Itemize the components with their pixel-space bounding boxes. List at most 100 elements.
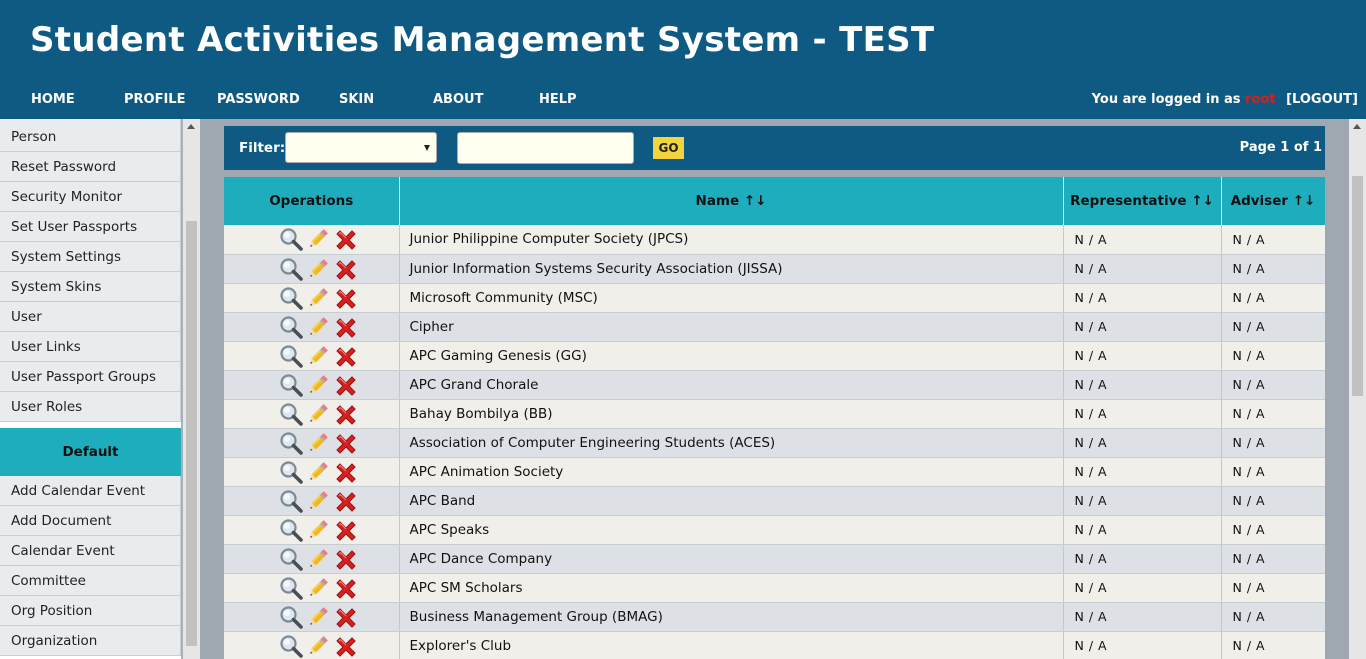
- adviser-cell: N / A: [1221, 486, 1325, 516]
- scroll-up-arrow-icon[interactable]: [187, 124, 195, 129]
- sidebar-panel: Person Reset Password Security Monitor S…: [0, 119, 200, 659]
- delete-x-icon[interactable]: [333, 344, 360, 368]
- pencil-icon[interactable]: [306, 227, 333, 251]
- sidebar-item-add-calendar-event[interactable]: Add Calendar Event: [0, 476, 181, 506]
- delete-x-icon[interactable]: [333, 315, 360, 339]
- delete-x-icon[interactable]: [333, 605, 360, 629]
- magnifier-icon[interactable]: [279, 227, 306, 252]
- representative-cell: N / A: [1063, 341, 1222, 371]
- pencil-icon[interactable]: [306, 344, 333, 368]
- delete-x-icon[interactable]: [333, 489, 360, 513]
- column-header-adviser[interactable]: Adviser ↑↓: [1221, 177, 1325, 225]
- table-row: Microsoft Community (MSC) N / AN / A: [224, 283, 1325, 313]
- main-scrollbar-thumb[interactable]: [1352, 176, 1363, 396]
- magnifier-icon[interactable]: [279, 286, 306, 310]
- delete-x-icon[interactable]: [333, 576, 360, 600]
- nav-password[interactable]: PASSWORD: [217, 92, 300, 107]
- magnifier-icon[interactable]: [279, 576, 306, 600]
- filter-text-input[interactable]: [457, 132, 634, 164]
- sidebar-item-calendar-event[interactable]: Calendar Event: [0, 536, 181, 566]
- column-header-representative[interactable]: Representative ↑↓: [1063, 177, 1222, 225]
- delete-x-icon[interactable]: [333, 402, 360, 426]
- magnifier-icon[interactable]: [279, 489, 306, 513]
- magnifier-icon[interactable]: [279, 518, 306, 542]
- organization-name-cell: Explorer's Club: [399, 631, 1064, 659]
- magnifier-icon[interactable]: [279, 344, 306, 368]
- pencil-icon[interactable]: [306, 373, 333, 397]
- pencil-icon[interactable]: [306, 402, 333, 426]
- pencil-icon[interactable]: [306, 576, 333, 600]
- delete-x-icon[interactable]: [333, 431, 360, 455]
- magnifier-icon[interactable]: [279, 402, 306, 426]
- magnifier-icon[interactable]: [279, 373, 306, 397]
- magnifier-icon[interactable]: [279, 605, 306, 629]
- table-row: APC Gaming Genesis (GG) N / AN / A: [224, 341, 1325, 371]
- pencil-icon[interactable]: [306, 460, 333, 484]
- organizations-table: Operations Name ↑↓ Representative ↑↓ Adv…: [224, 177, 1325, 659]
- sidebar-item-user-links[interactable]: User Links: [0, 332, 181, 362]
- logout-link[interactable]: [LOGOUT]: [1286, 92, 1358, 107]
- pencil-icon[interactable]: [306, 286, 333, 310]
- adviser-cell: N / A: [1221, 399, 1325, 429]
- sidebar-item-system-settings[interactable]: System Settings: [0, 242, 181, 272]
- magnifier-icon[interactable]: [279, 460, 306, 484]
- pencil-icon[interactable]: [306, 634, 333, 658]
- magnifier-icon[interactable]: [279, 431, 306, 455]
- nav-profile[interactable]: PROFILE: [124, 92, 185, 107]
- sidebar-item-reset-password[interactable]: Reset Password: [0, 152, 181, 182]
- sidebar-item-set-user-passports[interactable]: Set User Passports: [0, 212, 181, 242]
- delete-x-icon[interactable]: [333, 460, 360, 484]
- sidebar-item-org-position[interactable]: Org Position: [0, 596, 181, 626]
- sidebar-item-user[interactable]: User: [0, 302, 181, 332]
- adviser-cell: N / A: [1221, 631, 1325, 659]
- pencil-icon[interactable]: [306, 431, 333, 455]
- scroll-up-arrow-icon[interactable]: [1353, 124, 1361, 129]
- adviser-cell: N / A: [1221, 602, 1325, 632]
- nav-help[interactable]: HELP: [539, 92, 577, 107]
- sidebar-menu: Person Reset Password Security Monitor S…: [0, 119, 181, 659]
- filter-field-select[interactable]: [285, 132, 437, 163]
- sidebar-section-default: Default: [0, 428, 181, 476]
- delete-x-icon[interactable]: [333, 227, 360, 251]
- magnifier-icon[interactable]: [279, 547, 306, 571]
- pencil-icon[interactable]: [306, 547, 333, 571]
- sidebar-item-user-roles[interactable]: User Roles: [0, 392, 181, 422]
- sidebar-item-system-skins[interactable]: System Skins: [0, 272, 181, 302]
- column-header-name[interactable]: Name ↑↓: [399, 177, 1064, 225]
- organization-name-cell: APC Gaming Genesis (GG): [399, 341, 1064, 371]
- pencil-icon[interactable]: [306, 605, 333, 629]
- pencil-icon[interactable]: [306, 489, 333, 513]
- representative-cell: N / A: [1063, 631, 1222, 659]
- sidebar-scrollbar[interactable]: [183, 119, 200, 659]
- sidebar-item-user-passport-groups[interactable]: User Passport Groups: [0, 362, 181, 392]
- sidebar-item-person[interactable]: Person: [0, 119, 181, 152]
- go-button[interactable]: GO: [653, 137, 684, 159]
- nav-skin[interactable]: SKIN: [339, 92, 374, 107]
- magnifier-icon[interactable]: [279, 634, 306, 658]
- table-row: Explorer's Club N / AN / A: [224, 631, 1325, 659]
- login-text: You are logged in as: [1091, 92, 1241, 107]
- delete-x-icon[interactable]: [333, 547, 360, 571]
- sidebar-item-add-document[interactable]: Add Document: [0, 506, 181, 536]
- organization-name-cell: Microsoft Community (MSC): [399, 283, 1064, 313]
- magnifier-icon[interactable]: [279, 257, 306, 281]
- adviser-cell: N / A: [1221, 457, 1325, 487]
- delete-x-icon[interactable]: [333, 257, 360, 281]
- app-title: Student Activities Management System - T…: [30, 20, 935, 60]
- sidebar-item-organization[interactable]: Organization: [0, 626, 181, 656]
- nav-about[interactable]: ABOUT: [433, 92, 483, 107]
- sidebar-item-security-monitor[interactable]: Security Monitor: [0, 182, 181, 212]
- delete-x-icon[interactable]: [333, 373, 360, 397]
- pencil-icon[interactable]: [306, 315, 333, 339]
- magnifier-icon[interactable]: [279, 315, 306, 339]
- nav-home[interactable]: HOME: [31, 92, 75, 107]
- delete-x-icon[interactable]: [333, 286, 360, 310]
- sidebar-item-committee[interactable]: Committee: [0, 566, 181, 596]
- delete-x-icon[interactable]: [333, 634, 360, 658]
- pencil-icon[interactable]: [306, 518, 333, 542]
- main-scrollbar[interactable]: [1349, 119, 1366, 659]
- sidebar-scrollbar-thumb[interactable]: [186, 221, 197, 646]
- pencil-icon[interactable]: [306, 257, 333, 281]
- adviser-cell: N / A: [1221, 515, 1325, 545]
- delete-x-icon[interactable]: [333, 518, 360, 542]
